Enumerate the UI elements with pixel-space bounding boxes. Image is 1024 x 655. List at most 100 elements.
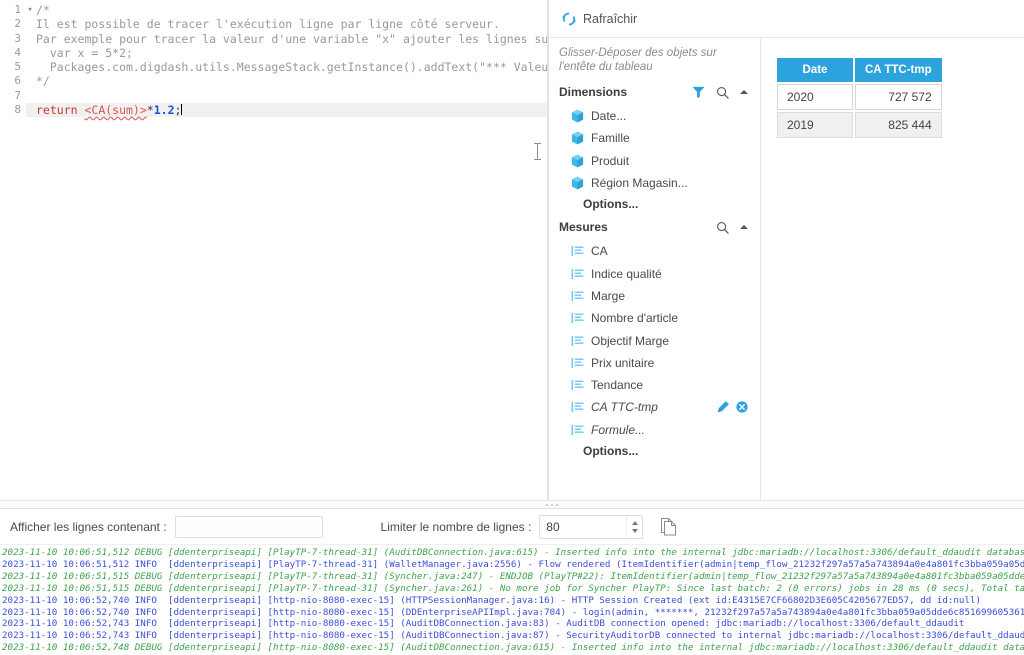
line-number: 6 (0, 74, 26, 89)
measure-icon (571, 312, 584, 324)
fold-toggle-icon[interactable] (26, 46, 34, 60)
measure-item[interactable]: Prix unitaire (559, 352, 754, 374)
refresh-label: Rafraîchir (583, 11, 638, 26)
cube-icon (571, 176, 584, 190)
measure-item-label: CA TTC-tmp (591, 400, 658, 415)
code-line[interactable]: 6 */ (0, 74, 547, 89)
measure-item-label: Formule... (591, 422, 646, 437)
dimension-item[interactable]: Région Magasin... (559, 172, 754, 194)
table-row[interactable]: 2020 727 572 (777, 84, 942, 110)
measure-item[interactable]: Objectif Marge (559, 329, 754, 351)
copy-icon[interactable] (651, 517, 677, 536)
dimension-item[interactable]: Famille (559, 127, 754, 149)
table-column-header[interactable]: CA TTC-tmp (855, 58, 942, 82)
log-line: 2023-11-10 10:06:51,512 DEBUG [ddenterpr… (2, 547, 1024, 558)
right-panel: Rafraîchir Glisser-Déposer des objets su… (548, 0, 1024, 500)
log-filter-input[interactable] (174, 515, 323, 538)
filter-label: Afficher les lignes contenant : (10, 519, 167, 534)
code-line[interactable]: 5 Packages.com.digdash.utils.MessageStac… (0, 60, 547, 75)
line-number: 1 (0, 3, 26, 18)
code-line[interactable]: 4 var x = 5*2; (0, 45, 547, 61)
fold-toggle-icon[interactable] (26, 60, 34, 74)
dimension-item[interactable]: Produit (559, 150, 754, 172)
measure-item-actions (716, 400, 748, 414)
measure-item-label: Indice qualité (591, 266, 662, 281)
search-icon[interactable] (716, 86, 729, 99)
stepper-arrows[interactable] (626, 515, 642, 538)
table-cell-value: 825 444 (855, 112, 942, 138)
log-line: 2023-11-10 10:06:51,515 DEBUG [ddenterpr… (2, 582, 1024, 594)
measure-icon (571, 290, 584, 302)
dimensions-options-link[interactable]: Options... (559, 194, 754, 215)
code-lines[interactable]: 1 ▾/* 2 Il est possible de tracer l'exécuti… (0, 0, 548, 118)
fold-toggle-icon[interactable]: ▾ (26, 3, 34, 17)
refresh-icon (561, 11, 577, 27)
search-icon[interactable] (716, 221, 729, 234)
fold-toggle-icon[interactable] (26, 89, 34, 103)
code-line[interactable]: 8 return <CA(sum)>*1.2; (0, 103, 547, 118)
dimension-item[interactable]: Date... (559, 105, 754, 127)
line-number: 5 (0, 60, 26, 75)
caret-up-icon[interactable] (740, 225, 748, 230)
caret-up-icon[interactable] (740, 90, 748, 94)
data-table-area: Date CA TTC-tmp 2020 727 572 2019 825 444 (761, 38, 1024, 500)
fold-toggle-icon[interactable] (26, 32, 34, 46)
measure-item-label: Objectif Marge (591, 333, 670, 348)
measure-item[interactable]: Marge (559, 285, 754, 307)
pencil-icon[interactable] (716, 400, 730, 414)
refresh-button[interactable]: Rafraîchir (561, 11, 637, 27)
fold-toggle-icon[interactable] (26, 74, 34, 88)
code-line[interactable]: 1 ▾/* (0, 3, 547, 18)
measure-icon (571, 401, 584, 413)
fold-toggle-icon[interactable] (26, 103, 34, 117)
log-line: 2023-11-10 10:06:51,512 INFO [ddenterpri… (2, 558, 1024, 570)
log-output[interactable]: 2023-11-10 10:06:51,512 DEBUG [ddenterpr… (0, 545, 1024, 653)
measure-icon (571, 268, 584, 280)
measures-options-link[interactable]: Options... (559, 441, 754, 462)
measure-item-label: Nombre d'article (591, 311, 678, 326)
measure-item-label: Tendance (591, 378, 644, 393)
cube-icon (571, 154, 584, 168)
table-cell-date: 2019 (777, 112, 853, 138)
code-text: Par exemple pour tracer la valeur d'une … (36, 31, 548, 46)
data-table: Date CA TTC-tmp 2020 727 572 2019 825 444 (775, 56, 944, 140)
horizontal-splitter[interactable] (0, 500, 1024, 509)
measure-icon (571, 379, 584, 391)
dimensions-group-header[interactable]: Dimensions (559, 82, 754, 102)
measure-item[interactable]: Indice qualité (559, 262, 754, 284)
code-line[interactable]: 2 Il est possible de tracer l'exécution l… (0, 17, 547, 32)
log-line: 2023-11-10 10:06:52,740 INFO [ddenterpri… (2, 606, 1024, 618)
table-cell-value: 727 572 (855, 84, 942, 110)
top-area: 1 ▾/* 2 Il est possible de tracer l'exécuti… (0, 0, 1024, 500)
text-caret (181, 104, 183, 116)
dimension-item-label: Date... (591, 109, 627, 124)
line-number: 2 (0, 17, 26, 32)
measure-item[interactable]: Formule... (559, 419, 754, 441)
log-panel: Afficher les lignes contenant : Limiter … (0, 509, 1024, 655)
delete-icon[interactable] (736, 401, 748, 414)
measure-icon (571, 357, 584, 369)
app-root: 1 ▾/* 2 Il est possible de tracer l'exécuti… (0, 0, 1024, 655)
dimension-item-label: Famille (591, 131, 630, 146)
code-text: var x = 5*2; (36, 45, 133, 60)
filter-icon[interactable] (692, 86, 705, 98)
chevron-up-icon[interactable] (631, 520, 638, 525)
table-row[interactable]: 2019 825 444 (777, 112, 942, 138)
measures-group-header[interactable]: Mesures (559, 217, 754, 237)
fold-toggle-icon[interactable] (26, 17, 34, 31)
objects-column: Glisser-Déposer des objets sur l'entête … (549, 38, 761, 500)
measure-item[interactable]: Tendance (559, 374, 754, 396)
code-editor-pane[interactable]: 1 ▾/* 2 Il est possible de tracer l'exécuti… (0, 0, 548, 500)
measure-item[interactable]: CA (559, 240, 754, 262)
measure-item[interactable]: Nombre d'article (559, 307, 754, 329)
code-line[interactable]: 7 (0, 88, 547, 104)
measure-item-label: Marge (591, 288, 626, 303)
measure-item[interactable]: CA TTC-tmp (559, 396, 754, 418)
table-column-header[interactable]: Date (777, 58, 853, 82)
code-line[interactable]: 3 Par exemple pour tracer la valeur d'une… (0, 31, 548, 46)
log-controls: Afficher les lignes contenant : Limiter … (0, 509, 1024, 545)
line-limit-stepper[interactable]: 80 (539, 514, 644, 539)
dimension-items-list: Date... Famille Produit Région Magasin... (559, 105, 754, 194)
chevron-down-icon[interactable] (631, 528, 638, 533)
